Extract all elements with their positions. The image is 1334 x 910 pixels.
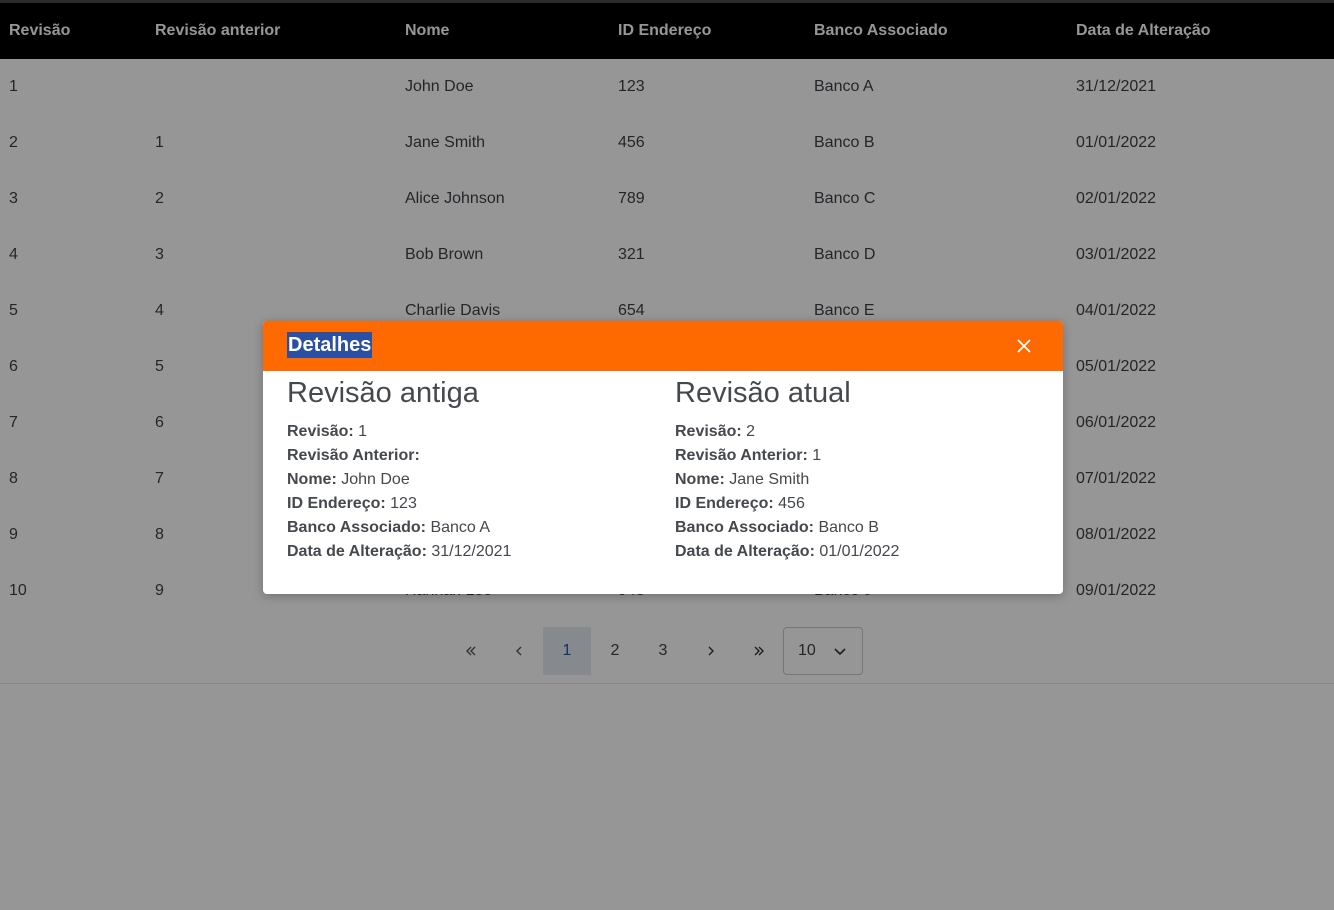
current-revision-heading: Revisão atual (675, 377, 851, 409)
close-icon[interactable] (1015, 337, 1033, 355)
detail-field: Revisão Anterior: (287, 444, 675, 468)
detail-field: Banco Associado: Banco B (675, 516, 1063, 540)
detail-field: Revisão: 2 (675, 420, 1063, 444)
detail-field-value: 123 (390, 495, 417, 512)
detail-field-label: Revisão Anterior: (287, 447, 420, 464)
old-revision-column: Revisão antiga Revisão: 1 Revisão Anterio… (287, 371, 675, 564)
detail-field-value: 1 (358, 423, 368, 440)
detail-field-value: Banco B (818, 519, 879, 536)
detail-field: ID Endereço: 123 (287, 492, 675, 516)
detail-field-label: Banco Associado: (675, 519, 814, 536)
detail-field-value: 1 (812, 447, 822, 464)
detail-field-value: John Doe (341, 471, 410, 488)
detail-field-value: Banco A (430, 519, 491, 536)
modal-header: Detalhes (263, 321, 1063, 371)
current-revision-column: Revisão atual Revisão: 2 Revisão Anterior… (675, 371, 1063, 564)
detail-field: Revisão: 1 (287, 420, 675, 444)
details-modal: Detalhes Revisão antiga Revisão: 1 Revisã… (263, 321, 1063, 594)
detail-field-value: 01/01/2022 (819, 543, 900, 560)
modal-title: Detalhes (287, 332, 373, 358)
modal-body: Revisão antiga Revisão: 1 Revisão Anterio… (263, 371, 1063, 564)
detail-field-label: Data de Alteração: (287, 543, 427, 560)
detail-field: Nome: Jane Smith (675, 468, 1063, 492)
detail-field-label: Banco Associado: (287, 519, 426, 536)
detail-field-value: Jane Smith (729, 471, 810, 488)
detail-field-value: 2 (746, 423, 756, 440)
detail-field: Data de Alteração: 01/01/2022 (675, 540, 1063, 564)
detail-field-label: ID Endereço: (287, 495, 386, 512)
detail-field: Nome: John Doe (287, 468, 675, 492)
detail-field-label: Revisão Anterior: (675, 447, 808, 464)
detail-field: Revisão Anterior: 1 (675, 444, 1063, 468)
detail-field-label: Revisão: (287, 423, 354, 440)
detail-field-label: Revisão: (675, 423, 742, 440)
old-revision-heading: Revisão antiga (287, 377, 479, 409)
detail-field-label: Nome: (287, 471, 337, 488)
detail-field-value: 456 (778, 495, 805, 512)
detail-field-label: Data de Alteração: (675, 543, 815, 560)
detail-field: Data de Alteração: 31/12/2021 (287, 540, 675, 564)
detail-field-label: Nome: (675, 471, 725, 488)
detail-field: Banco Associado: Banco A (287, 516, 675, 540)
detail-field-value: 31/12/2021 (431, 543, 512, 560)
detail-field: ID Endereço: 456 (675, 492, 1063, 516)
detail-field-label: ID Endereço: (675, 495, 774, 512)
